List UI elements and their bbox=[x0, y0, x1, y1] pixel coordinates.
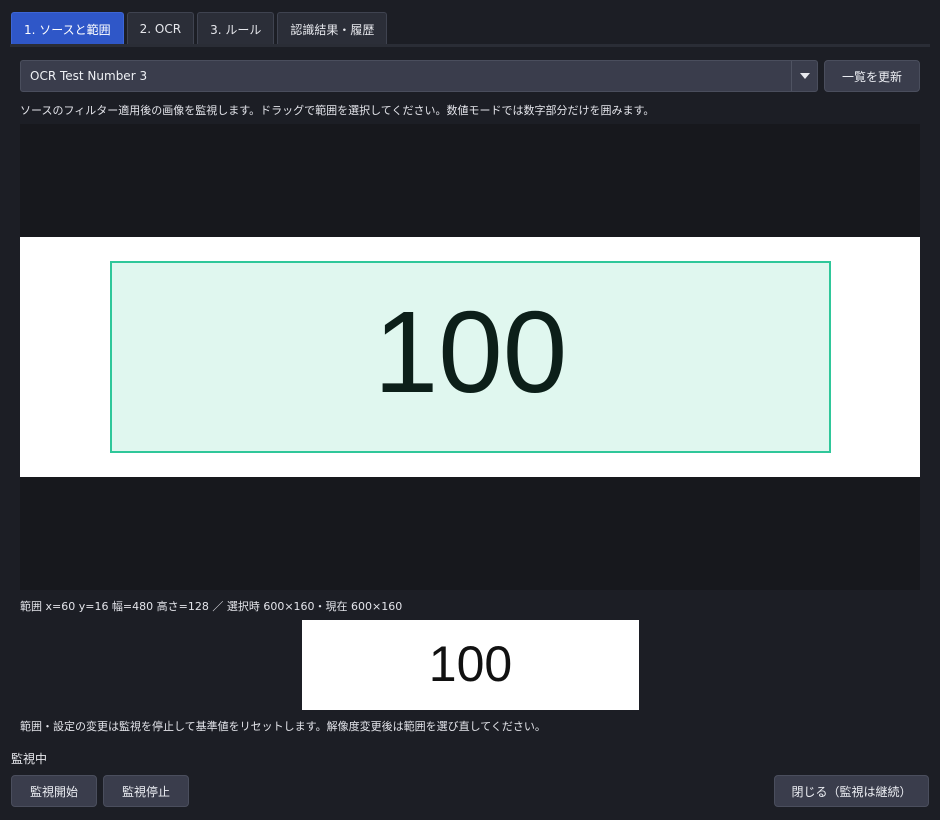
source-preview-canvas[interactable]: 100 bbox=[20, 124, 920, 590]
monitor-status: 監視中 bbox=[11, 752, 48, 766]
source-dropdown[interactable]: OCR Test Number 3 bbox=[20, 60, 818, 92]
source-dropdown-value: OCR Test Number 3 bbox=[30, 69, 148, 83]
monitor-hint: ソースのフィルター適用後の画像を監視します。ドラッグで範囲を選択してください。数… bbox=[20, 104, 655, 117]
frame-number-text: 100 bbox=[373, 287, 568, 417]
selection-rectangle[interactable]: 100 bbox=[110, 261, 831, 453]
start-monitor-button[interactable]: 監視開始 bbox=[11, 775, 97, 807]
source-frame-image: 100 bbox=[20, 237, 920, 477]
tab-source-range[interactable]: 1. ソースと範囲 bbox=[11, 12, 124, 45]
tab-results-history[interactable]: 認識結果・履歴 bbox=[277, 12, 388, 45]
close-button[interactable]: 閉じる（監視は継続） bbox=[774, 775, 929, 807]
refresh-list-button[interactable]: 一覧を更新 bbox=[824, 60, 920, 92]
settings-hint: 範囲・設定の変更は監視を停止して基準値をリセットします。解像度変更後は範囲を選び… bbox=[20, 720, 546, 733]
range-info: 範囲 x=60 y=16 幅=480 高さ=128 ／ 選択時 600×160・… bbox=[20, 600, 403, 613]
crop-preview-text: 100 bbox=[428, 636, 513, 692]
chevron-down-icon bbox=[799, 73, 810, 79]
tab-divider bbox=[10, 44, 930, 47]
tab-rules[interactable]: 3. ルール bbox=[197, 12, 275, 45]
stop-monitor-button[interactable]: 監視停止 bbox=[103, 775, 189, 807]
tab-ocr[interactable]: 2. OCR bbox=[126, 12, 195, 45]
dropdown-arrow-button[interactable] bbox=[791, 61, 817, 91]
crop-preview: 100 bbox=[302, 620, 639, 710]
tab-bar: 1. ソースと範囲 2. OCR 3. ルール 認識結果・履歴 bbox=[11, 12, 388, 45]
